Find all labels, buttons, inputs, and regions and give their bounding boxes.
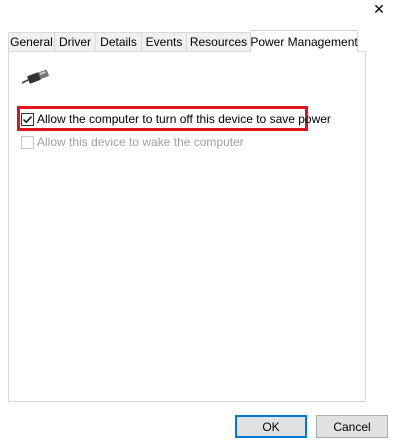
tab-details[interactable]: Details: [95, 32, 142, 51]
tab-power-management[interactable]: Power Management: [250, 30, 358, 52]
close-icon: ✕: [373, 0, 385, 17]
cancel-button[interactable]: Cancel: [316, 415, 388, 438]
tab-label: General: [10, 35, 53, 49]
allow-wake-option[interactable]: Allow this device to wake the computer: [21, 135, 244, 149]
usb-cable-icon: [21, 69, 51, 89]
allow-wake-label: Allow this device to wake the computer: [37, 135, 244, 149]
tab-label: Details: [100, 35, 137, 49]
tab-general[interactable]: General: [8, 32, 55, 51]
tab-events[interactable]: Events: [141, 32, 187, 51]
allow-turn-off-option[interactable]: Allow the computer to turn off this devi…: [21, 112, 331, 126]
tab-resources[interactable]: Resources: [186, 32, 251, 51]
close-button[interactable]: ✕: [370, 0, 388, 18]
tab-label: Resources: [189, 35, 248, 49]
ok-label: OK: [262, 419, 280, 434]
tab-label: Events: [145, 35, 183, 49]
ok-button[interactable]: OK: [235, 415, 307, 438]
tab-driver[interactable]: Driver: [54, 32, 96, 51]
allow-turn-off-label: Allow the computer to turn off this devi…: [37, 112, 331, 126]
tab-label: Power Management: [250, 34, 358, 49]
cancel-label: Cancel: [333, 419, 371, 434]
allow-wake-checkbox[interactable]: [21, 135, 34, 149]
power-management-panel: Allow the computer to turn off this devi…: [8, 51, 366, 402]
allow-turn-off-checkbox[interactable]: [21, 112, 34, 126]
tab-label: Driver: [59, 35, 91, 49]
checkmark-icon: [23, 115, 33, 123]
